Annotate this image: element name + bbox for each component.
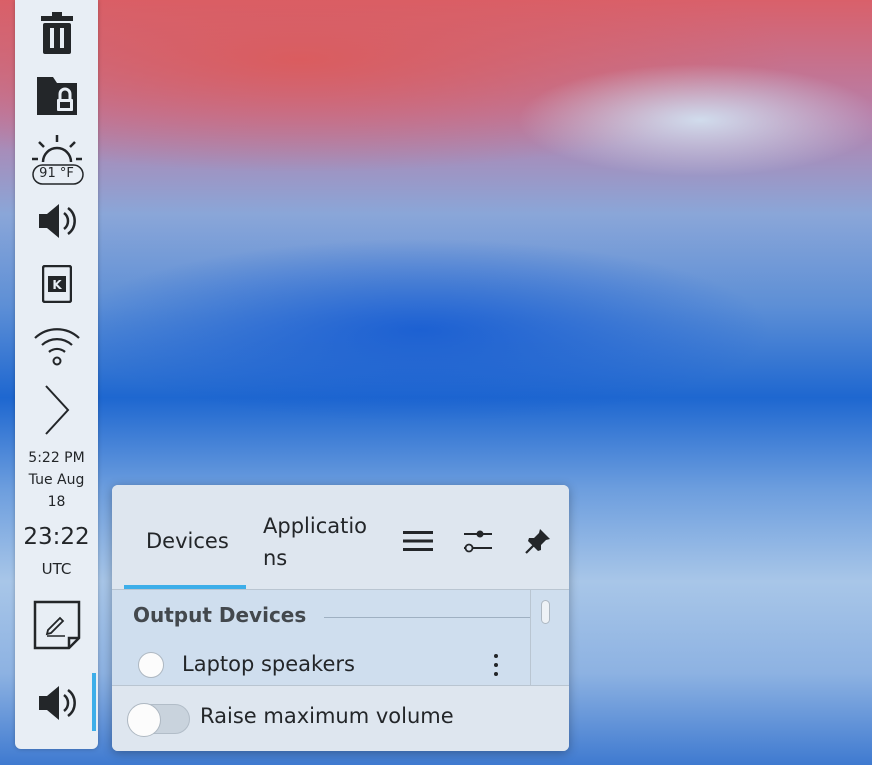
digital-clock[interactable]: 5:22 PM Tue Aug 18 bbox=[15, 447, 98, 513]
tab-devices[interactable]: Devices bbox=[146, 525, 229, 557]
vault-button[interactable] bbox=[15, 70, 98, 120]
clock-date-line1: Tue Aug bbox=[28, 472, 85, 488]
clock-timezone: UTC bbox=[41, 560, 72, 578]
popup-header: Devices Applications bbox=[112, 485, 569, 590]
scrollbar-divider bbox=[530, 590, 531, 685]
audio-volume-icon bbox=[38, 686, 76, 720]
svg-text:K: K bbox=[52, 278, 62, 292]
menu-button[interactable] bbox=[402, 525, 434, 557]
kde-icon: K bbox=[41, 265, 72, 303]
active-applet-indicator bbox=[92, 673, 96, 731]
clock-date-line2: 18 bbox=[47, 494, 66, 510]
volume-icon bbox=[38, 204, 76, 238]
weather-temperature: 91 °F bbox=[39, 166, 74, 181]
section-divider bbox=[324, 617, 531, 618]
clock-time-24h[interactable]: 23:22 bbox=[15, 520, 98, 554]
device-menu-icon[interactable] bbox=[492, 654, 500, 676]
notes-button[interactable] bbox=[15, 598, 98, 652]
settings-icon bbox=[464, 530, 492, 553]
pin-icon bbox=[525, 529, 550, 554]
pin-button[interactable] bbox=[522, 525, 554, 557]
device-default-radio[interactable] bbox=[138, 652, 164, 678]
toggle-knob bbox=[127, 703, 161, 737]
tab-applications[interactable]: Applications bbox=[263, 510, 373, 574]
network-button[interactable] bbox=[15, 322, 98, 368]
scrollbar-thumb[interactable] bbox=[541, 600, 550, 624]
wifi-icon bbox=[33, 328, 80, 366]
clock-time-12h: 5:22 PM bbox=[28, 450, 85, 466]
active-tab-indicator bbox=[124, 585, 246, 589]
notes-icon bbox=[33, 600, 80, 650]
menu-icon bbox=[403, 531, 433, 551]
audio-volume-popup: Devices Applications Output Devices Lapt… bbox=[112, 485, 569, 751]
audio-volume-button[interactable] bbox=[15, 680, 98, 726]
locked-folder-icon bbox=[36, 77, 77, 115]
show-hidden-icons-button[interactable] bbox=[15, 382, 98, 438]
popup-footer: Raise maximum volume bbox=[112, 685, 569, 751]
raise-volume-label: Raise maximum volume bbox=[200, 704, 454, 728]
vertical-panel: 91 °F K 5:22 PM Tue Aug 18 23:22 UTC bbox=[15, 0, 98, 749]
section-title: Output Devices bbox=[133, 603, 307, 627]
raise-volume-toggle[interactable] bbox=[127, 703, 190, 737]
trash-button[interactable] bbox=[15, 8, 98, 58]
kde-connect-button[interactable]: K bbox=[15, 262, 98, 306]
trash-icon bbox=[40, 12, 73, 54]
device-list: Output Devices Laptop speakers bbox=[112, 590, 569, 685]
weather-widget[interactable]: 91 °F bbox=[15, 132, 98, 188]
configure-button[interactable] bbox=[462, 525, 494, 557]
expand-arrow-icon bbox=[44, 385, 69, 435]
device-name: Laptop speakers bbox=[182, 652, 355, 676]
volume-tray-button[interactable] bbox=[15, 198, 98, 244]
